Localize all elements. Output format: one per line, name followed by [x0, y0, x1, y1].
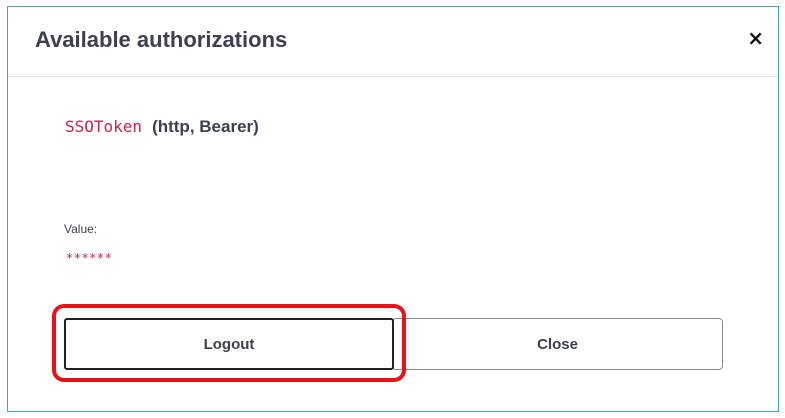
masked-token-value: ****** — [66, 251, 113, 265]
scheme-name: SSOToken — [65, 117, 143, 136]
dialog-header: Available authorizations × — [8, 7, 778, 77]
logout-highlight-annotation — [52, 304, 406, 382]
dialog-title: Available authorizations — [35, 27, 288, 52]
scheme-type: (http, Bearer) — [152, 117, 259, 136]
auth-scheme: SSOToken (http, Bearer) — [65, 117, 259, 137]
value-label: Value: — [64, 222, 98, 236]
authorization-dialog: Available authorizations × SSOToken (http… — [7, 6, 779, 412]
close-icon[interactable]: × — [747, 27, 764, 49]
close-button[interactable]: Close — [392, 318, 723, 370]
